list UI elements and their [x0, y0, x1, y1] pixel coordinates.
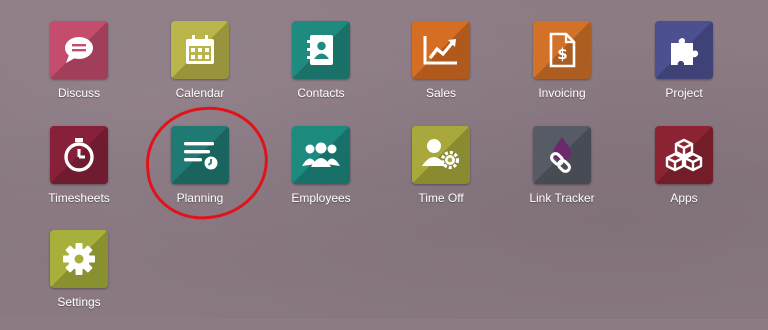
people-group-icon [302, 142, 340, 167]
app-tile [412, 126, 470, 184]
app-planning[interactable]: Planning [150, 126, 250, 226]
app-tile [412, 21, 470, 79]
app-tile [50, 126, 108, 184]
puzzle-piece-icon [671, 38, 699, 65]
app-tile [533, 126, 591, 184]
user-gear-icon [422, 139, 460, 170]
app-label: Timesheets [48, 191, 110, 205]
chat-bubble-icon [65, 37, 93, 63]
app-tile [655, 21, 713, 79]
app-calendar[interactable]: Calendar [150, 21, 250, 121]
planning-list-clock-icon [184, 142, 218, 170]
app-discuss[interactable]: Discuss [29, 21, 129, 121]
app-label: Apps [670, 191, 698, 205]
app-time-off[interactable]: Time Off [391, 126, 491, 226]
gear-icon [63, 243, 95, 275]
app-tile [171, 126, 229, 184]
app-label: Time Off [418, 191, 464, 205]
trend-chart-icon [423, 36, 457, 65]
calendar-icon [186, 35, 214, 64]
app-settings[interactable]: Settings [29, 230, 129, 330]
app-label: Contacts [297, 86, 345, 100]
app-label: Settings [57, 295, 101, 309]
app-apps[interactable]: Apps [634, 126, 734, 226]
app-tile [50, 21, 108, 79]
stopwatch-icon [64, 138, 94, 172]
app-tile [50, 230, 108, 288]
app-label: Calendar [175, 86, 225, 100]
app-label: Planning [176, 191, 224, 205]
app-label: Link Tracker [529, 191, 595, 205]
app-label: Project [665, 86, 703, 100]
app-label: Invoicing [538, 86, 586, 100]
app-label: Employees [291, 191, 351, 205]
app-label: Discuss [57, 86, 100, 100]
chain-link-drop-icon [550, 137, 571, 173]
app-label: Sales [425, 86, 457, 100]
app-sales[interactable]: Sales [391, 21, 491, 121]
app-invoicing[interactable]: $ Invoicing [512, 21, 612, 121]
app-employees[interactable]: Employees [271, 126, 371, 226]
app-tile [292, 126, 350, 184]
app-tile [171, 21, 229, 79]
app-project[interactable]: Project [634, 21, 734, 121]
svg-text:$: $ [557, 45, 567, 63]
app-timesheets[interactable]: Timesheets [29, 126, 129, 226]
app-tile: $ [533, 21, 591, 79]
invoice-dollar-icon: $ [549, 32, 576, 68]
app-tile [292, 21, 350, 79]
app-link-tracker[interactable]: Link Tracker [512, 126, 612, 226]
app-contacts[interactable]: Contacts [271, 21, 371, 121]
app-tile [655, 126, 713, 184]
address-book-icon [307, 35, 333, 65]
cubes-icon [665, 138, 703, 172]
